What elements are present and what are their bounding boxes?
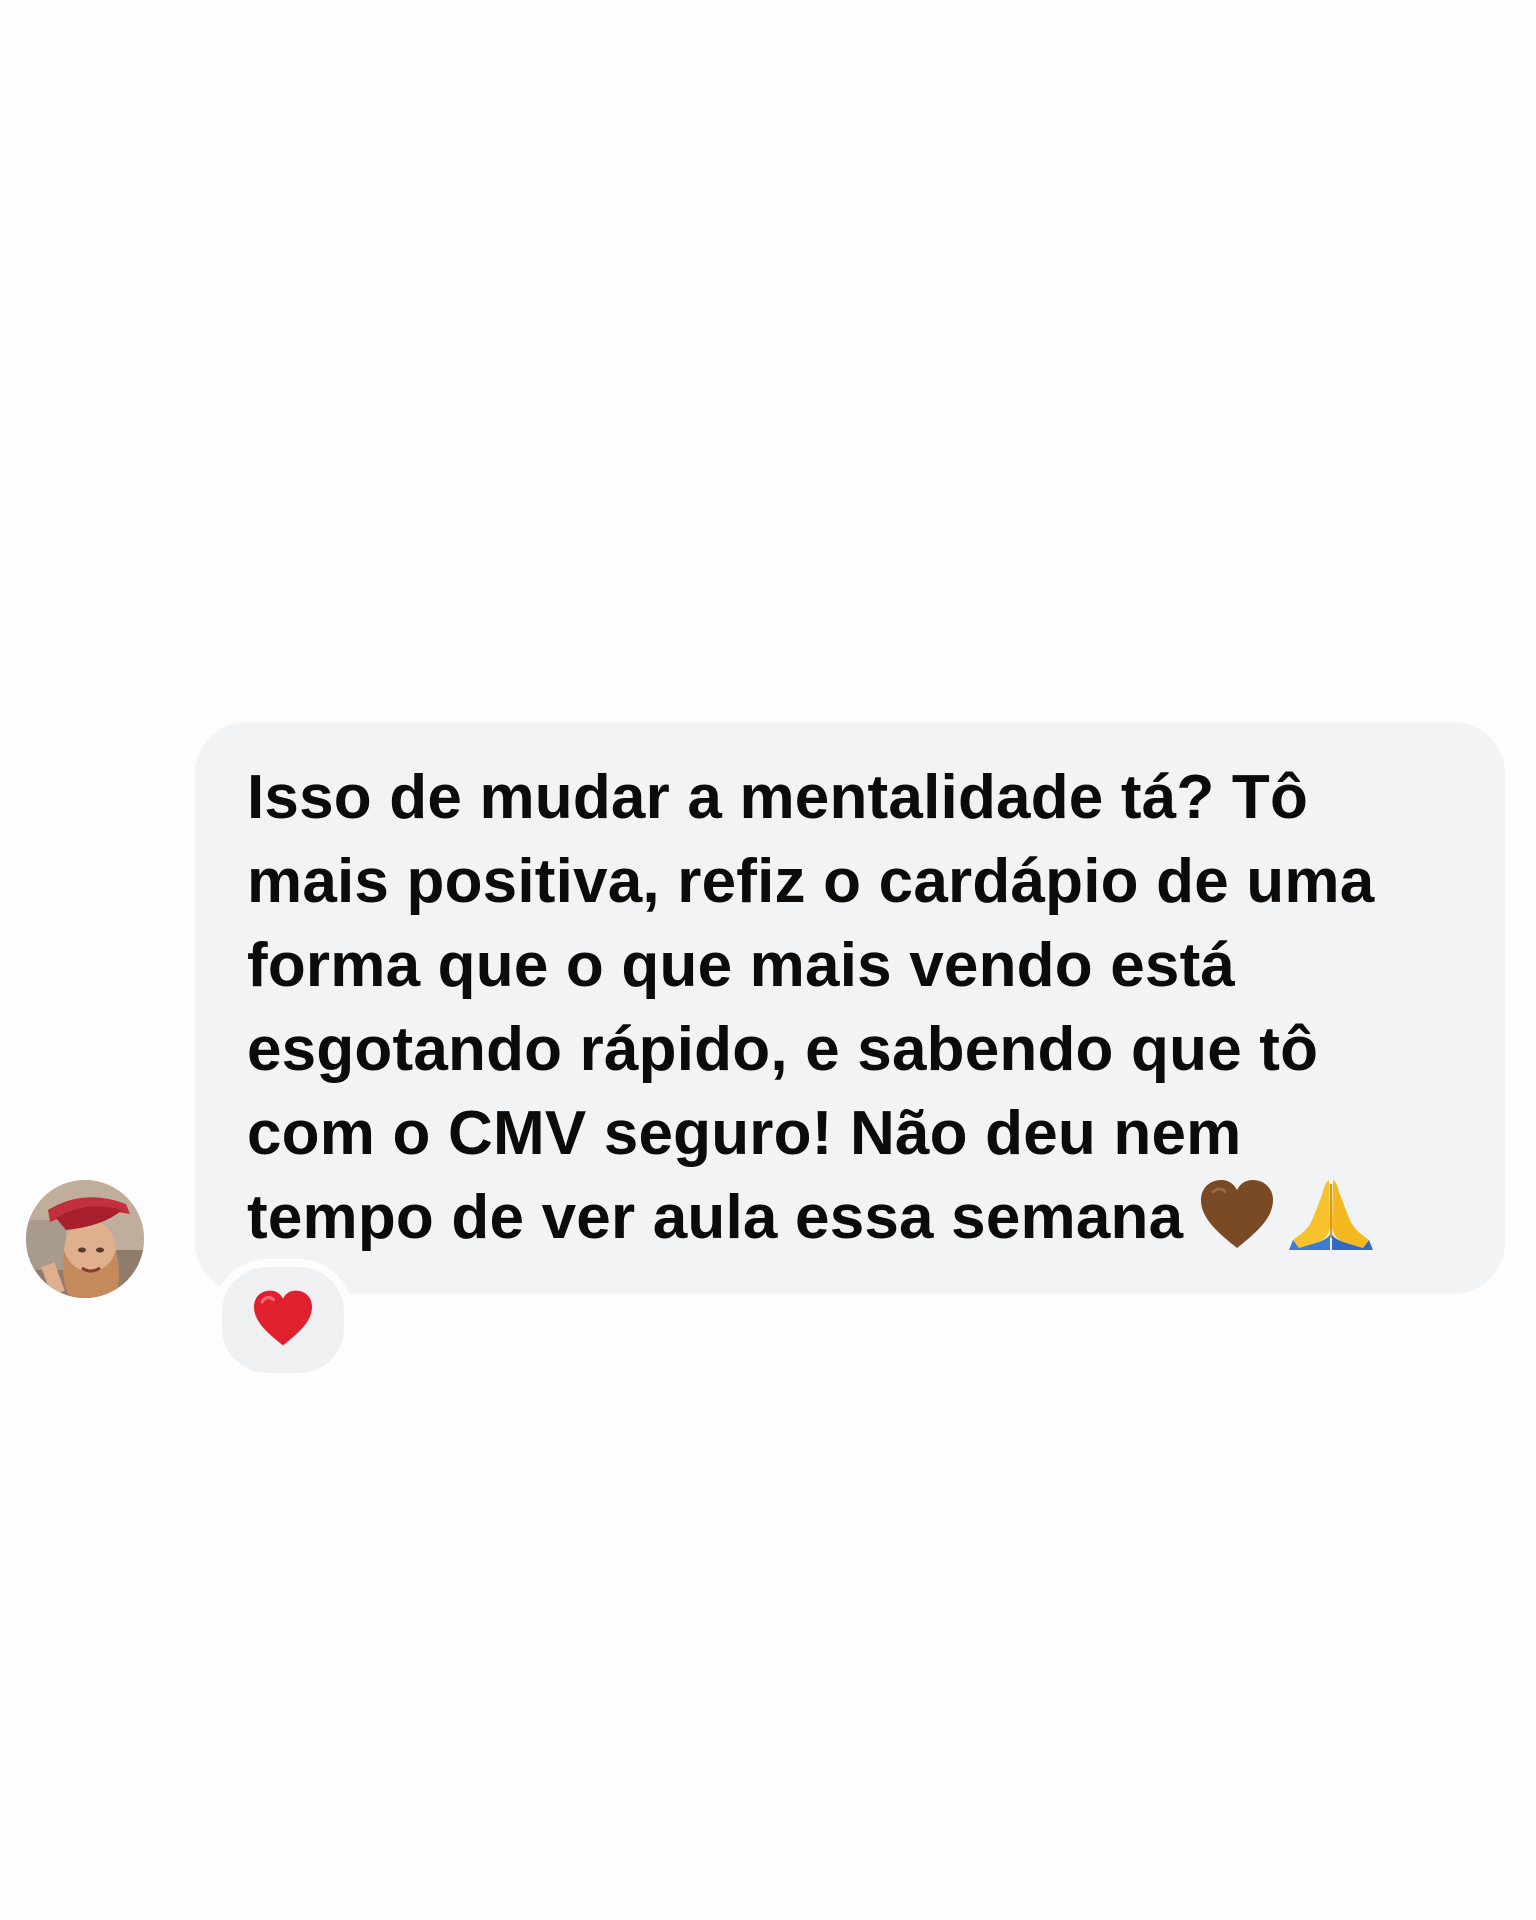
message-line: mais positiva, refiz o cardápio de uma (247, 847, 1375, 916)
message-line: Isso de mudar a mentalidade tá? Tô (247, 763, 1309, 832)
message-line: tempo de ver aula essa semana (247, 1183, 1184, 1252)
brown-heart-icon (1199, 1178, 1275, 1272)
message-line: forma que o que mais vendo está (247, 931, 1236, 1000)
message-last-line: tempo de ver aula essa semana (247, 1176, 1465, 1272)
folded-hands-icon (1289, 1178, 1374, 1272)
message-bubble[interactable]: Isso de mudar a mentalidade tá? Tô mais … (195, 722, 1505, 1294)
message-line: esgotando rápido, e sabendo que tô (247, 1015, 1319, 1084)
sender-avatar[interactable] (26, 1180, 144, 1298)
message-line: com o CMV seguro! Não deu nem (247, 1099, 1242, 1168)
red-heart-icon (252, 1289, 314, 1352)
reaction-badge[interactable] (214, 1259, 352, 1381)
profile-photo-icon (26, 1180, 144, 1298)
message-thread: Isso de mudar a mentalidade tá? Tô mais … (0, 0, 1536, 1920)
